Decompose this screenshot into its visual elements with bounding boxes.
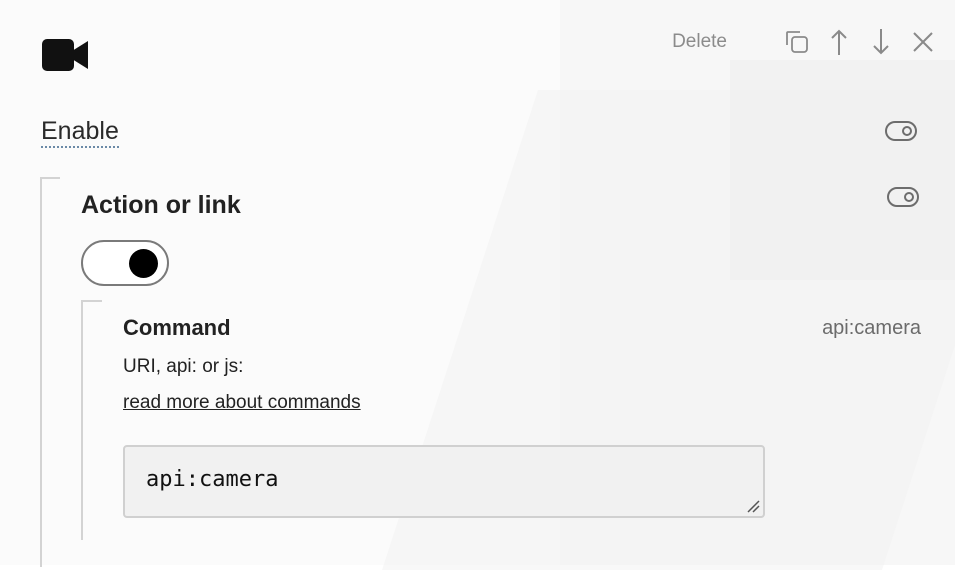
section-bracket — [40, 177, 60, 567]
enable-label: Enable — [41, 116, 119, 148]
move-down-icon[interactable] — [869, 28, 893, 56]
delete-button[interactable]: Delete — [672, 31, 727, 53]
switch-knob — [129, 249, 158, 278]
item-toolbar: Delete — [672, 22, 935, 62]
command-current-value: api:camera — [822, 317, 921, 339]
command-input-value: api:camera — [146, 467, 279, 492]
resize-handle-icon[interactable] — [746, 499, 760, 513]
close-icon[interactable] — [911, 28, 935, 56]
command-title: Command — [123, 315, 231, 340]
command-hint: URI, api: or js: — [123, 356, 244, 377]
action-or-link-switch[interactable] — [81, 240, 169, 286]
duplicate-icon[interactable] — [785, 28, 809, 56]
read-more-commands-link[interactable]: read more about commands — [123, 392, 361, 414]
move-up-icon[interactable] — [827, 28, 851, 56]
subsection-bracket — [81, 300, 102, 540]
camera-icon — [42, 37, 90, 73]
enable-toggle[interactable] — [885, 121, 917, 141]
action-or-link-title: Action or link — [81, 191, 241, 219]
action-or-link-enable-toggle[interactable] — [887, 187, 919, 207]
toggle-knob — [902, 126, 912, 136]
command-input[interactable]: api:camera — [123, 445, 765, 518]
toggle-knob — [904, 192, 914, 202]
